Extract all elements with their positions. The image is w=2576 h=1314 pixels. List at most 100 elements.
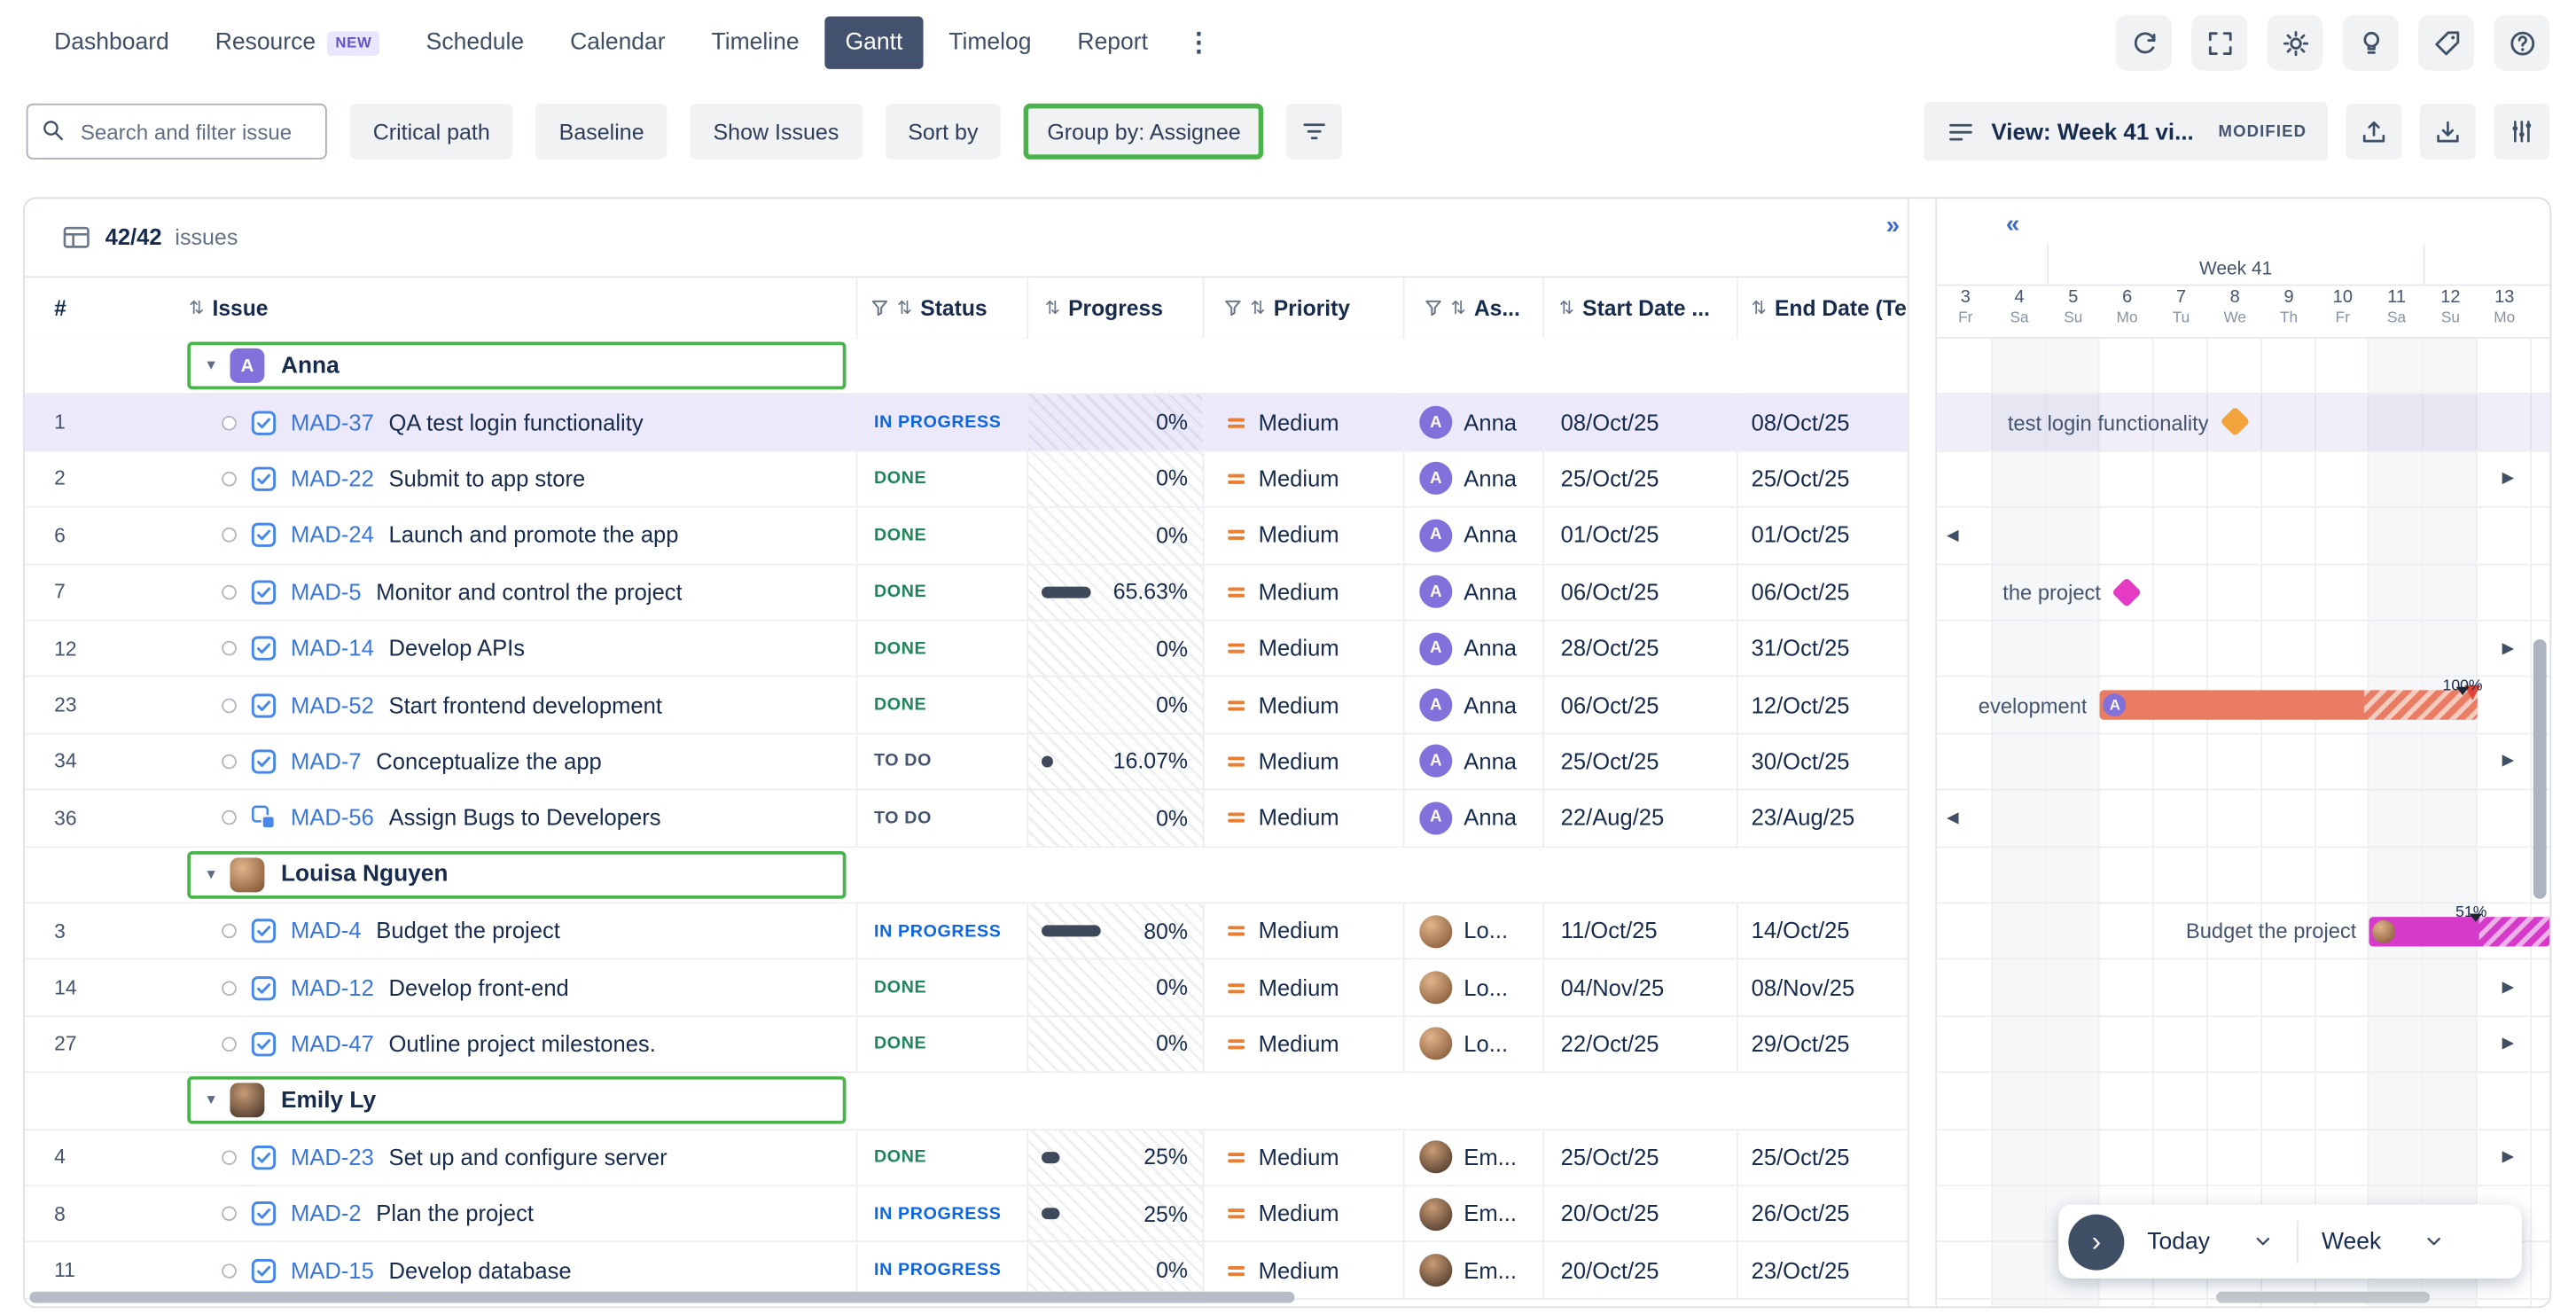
filter-button[interactable]: [1287, 104, 1343, 160]
table-row[interactable]: 12MAD-14Develop APIsDONE0%MediumAAnna28/…: [25, 622, 1908, 678]
end-date-cell[interactable]: 30/Oct/25: [1737, 734, 1908, 789]
chevron-down-icon[interactable]: ▾: [207, 1091, 215, 1109]
collapse-table-button[interactable]: «: [2006, 210, 2019, 239]
milestone-diamond[interactable]: [2112, 576, 2143, 606]
priority-cell[interactable]: Medium: [1203, 677, 1403, 732]
table-row[interactable]: 8MAD-2Plan the projectIN PROGRESS25%Medi…: [25, 1186, 1908, 1243]
milestone-diamond[interactable]: [2220, 407, 2250, 437]
status-cell[interactable]: DONE: [856, 1017, 1027, 1072]
table-row[interactable]: 27MAD-47Outline project milestones.DONE0…: [25, 1017, 1908, 1074]
nav-item-timelog[interactable]: Timelog: [927, 17, 1052, 69]
priority-cell[interactable]: Medium: [1203, 1130, 1403, 1185]
download-button[interactable]: [2420, 104, 2476, 160]
dependency-handle[interactable]: [222, 528, 237, 544]
sort-icon[interactable]: ⇅: [1045, 297, 1060, 318]
dependency-handle[interactable]: [222, 584, 237, 599]
table-row[interactable]: 1MAD-37QA test login functionalityIN PRO…: [25, 395, 1908, 452]
gantt-bar[interactable]: A: [2100, 691, 2478, 720]
panel-divider[interactable]: [1908, 199, 1937, 1306]
column-header-issue[interactable]: ⇅Issue: [166, 278, 855, 339]
end-date-cell[interactable]: 26/Oct/25: [1737, 1186, 1908, 1241]
nav-item-report[interactable]: Report: [1056, 17, 1169, 69]
progress-cell[interactable]: 25%: [1026, 1186, 1202, 1241]
status-cell[interactable]: DONE: [856, 508, 1027, 563]
search-input[interactable]: [77, 118, 312, 146]
assignee-cell[interactable]: AAnna: [1403, 565, 1543, 620]
group-row[interactable]: ▾Louisa Nguyen: [25, 848, 1908, 904]
progress-cell[interactable]: 0%: [1026, 677, 1202, 732]
assignee-cell[interactable]: AAnna: [1403, 791, 1543, 846]
dependency-handle[interactable]: [222, 755, 237, 770]
sort-icon[interactable]: ⇅: [189, 297, 204, 318]
settings-button[interactable]: [2268, 15, 2323, 71]
dependency-handle[interactable]: [222, 924, 237, 939]
sort-icon[interactable]: ⇅: [1450, 297, 1465, 318]
column-header-progress[interactable]: ⇅Progress: [1026, 278, 1202, 339]
progress-cell[interactable]: 0%: [1026, 1017, 1202, 1072]
assignee-cell[interactable]: Lo...: [1403, 903, 1543, 958]
assignee-cell[interactable]: Em...: [1403, 1130, 1543, 1185]
nav-item-schedule[interactable]: Schedule: [405, 17, 546, 69]
priority-cell[interactable]: Medium: [1203, 622, 1403, 677]
filter-funnel-icon[interactable]: [1425, 299, 1442, 317]
filter-funnel-icon[interactable]: [870, 299, 888, 317]
end-date-cell[interactable]: 01/Oct/25: [1737, 508, 1908, 563]
lightbulb-button[interactable]: [2343, 15, 2399, 71]
assignee-cell[interactable]: AAnna: [1403, 395, 1543, 450]
scroll-to-bar-right-arrow[interactable]: ▶: [2502, 1036, 2515, 1053]
sort-icon[interactable]: ⇅: [1250, 297, 1265, 318]
column-header-end-date[interactable]: ⇅End Date (Te...: [1737, 278, 1908, 339]
start-date-cell[interactable]: 04/Nov/25: [1542, 960, 1737, 1015]
status-cell[interactable]: DONE: [856, 622, 1027, 677]
status-cell[interactable]: DONE: [856, 451, 1027, 506]
dependency-handle[interactable]: [222, 472, 237, 487]
issue-key-link[interactable]: MAD-23: [291, 1145, 374, 1169]
start-date-cell[interactable]: 28/Oct/25: [1542, 622, 1737, 677]
table-row[interactable]: 14MAD-12Develop front-endDONE0%MediumLo.…: [25, 960, 1908, 1017]
progress-cell[interactable]: 0%: [1026, 508, 1202, 563]
start-date-cell[interactable]: 25/Oct/25: [1542, 451, 1737, 506]
status-cell[interactable]: TO DO: [856, 791, 1027, 846]
priority-cell[interactable]: Medium: [1203, 395, 1403, 450]
sort-icon[interactable]: ⇅: [897, 297, 912, 318]
start-date-cell[interactable]: 11/Oct/25: [1542, 903, 1737, 958]
assignee-cell[interactable]: Em...: [1403, 1243, 1543, 1298]
end-date-cell[interactable]: 08/Oct/25: [1737, 395, 1908, 450]
table-horizontal-scrollbar[interactable]: [29, 1292, 1294, 1303]
end-date-cell[interactable]: 23/Aug/25: [1737, 791, 1908, 846]
nav-item-timeline[interactable]: Timeline: [690, 17, 820, 69]
show-issues-button[interactable]: Show Issues: [691, 104, 863, 160]
end-date-cell[interactable]: 31/Oct/25: [1737, 622, 1908, 677]
priority-cell[interactable]: Medium: [1203, 1017, 1403, 1072]
table-row[interactable]: 36MAD-56Assign Bugs to DevelopersTO DO0%…: [25, 791, 1908, 848]
dependency-handle[interactable]: [222, 641, 237, 656]
priority-cell[interactable]: Medium: [1203, 791, 1403, 846]
start-date-cell[interactable]: 08/Oct/25: [1542, 395, 1737, 450]
status-cell[interactable]: DONE: [856, 677, 1027, 732]
assignee-cell[interactable]: AAnna: [1403, 677, 1543, 732]
table-row[interactable]: 34MAD-7Conceptualize the appTO DO16.07%M…: [25, 734, 1908, 791]
help-button[interactable]: [2494, 15, 2549, 71]
status-cell[interactable]: DONE: [856, 1130, 1027, 1185]
dependency-handle[interactable]: [222, 981, 237, 996]
expand-table-button[interactable]: »: [1886, 212, 1900, 240]
scroll-to-bar-left-arrow[interactable]: ◀: [1947, 810, 1959, 827]
end-date-cell[interactable]: 25/Oct/25: [1737, 1130, 1908, 1185]
issue-key-link[interactable]: MAD-14: [291, 637, 374, 661]
start-date-cell[interactable]: 20/Oct/25: [1542, 1243, 1737, 1298]
sort-by-button[interactable]: Sort by: [885, 104, 1001, 160]
tag-button[interactable]: [2418, 15, 2474, 71]
issue-key-link[interactable]: MAD-15: [291, 1258, 374, 1283]
table-row[interactable]: 23MAD-52Start frontend developmentDONE0%…: [25, 677, 1908, 734]
dependency-handle[interactable]: [222, 1150, 237, 1165]
sort-icon[interactable]: ⇅: [1559, 297, 1574, 318]
dependency-handle[interactable]: [222, 810, 237, 825]
sort-icon[interactable]: ⇅: [1752, 297, 1767, 318]
next-period-button[interactable]: ›: [2068, 1214, 2124, 1270]
issue-key-link[interactable]: MAD-52: [291, 692, 374, 717]
assignee-cell[interactable]: AAnna: [1403, 622, 1543, 677]
issue-key-link[interactable]: MAD-56: [291, 806, 374, 831]
column-settings-button[interactable]: [2494, 104, 2549, 160]
start-date-cell[interactable]: 22/Oct/25: [1542, 1017, 1737, 1072]
assignee-cell[interactable]: Em...: [1403, 1186, 1543, 1241]
